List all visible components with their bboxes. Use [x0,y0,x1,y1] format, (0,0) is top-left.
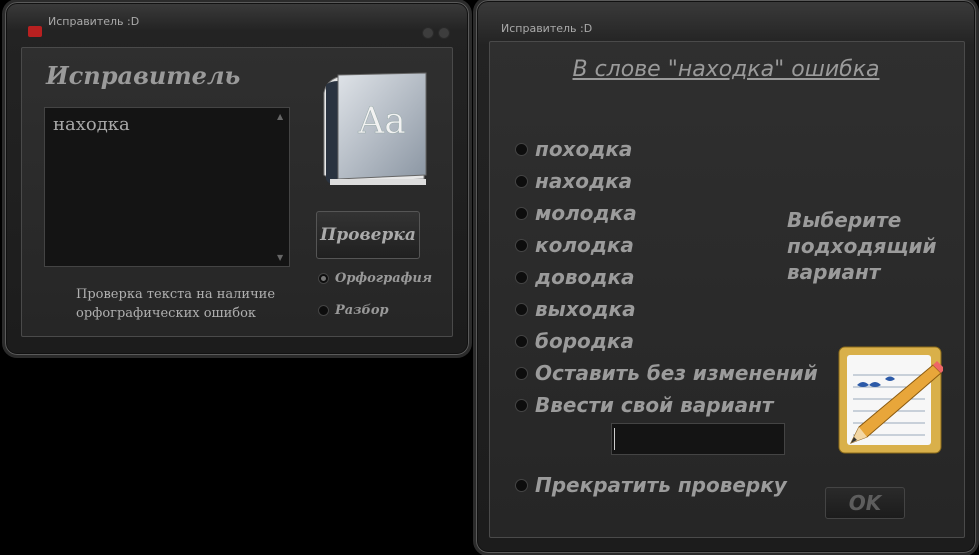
option-label: выходка [535,297,636,321]
mode-option-spelling[interactable]: Орфография [318,271,432,286]
app-heading: Исправитель [46,61,241,90]
app-icon [28,26,42,37]
option-keep-unchanged[interactable]: Оставить без изменений [515,361,818,385]
close-button[interactable] [438,27,450,39]
scroll-up-icon[interactable]: ▲ [277,112,283,121]
radio-icon[interactable] [515,206,528,220]
correction-window: Исправитель :D В слове "находка" ошибка … [476,0,976,553]
radio-icon[interactable] [515,302,528,316]
radio-icon[interactable] [515,334,528,348]
option-label: находка [535,169,633,193]
option-label: Прекратить проверку [535,473,787,497]
option-item[interactable]: молодка [515,201,637,225]
radio-icon[interactable] [318,273,329,284]
option-label: походка [535,137,633,161]
option-label: молодка [535,201,637,225]
radio-icon[interactable] [318,305,329,316]
mode-label: Орфография [335,271,433,286]
notepad-pencil-icon [838,346,943,454]
option-label: колодка [535,233,634,257]
scrollbar[interactable]: ▲ ▼ [276,112,286,262]
title-bar[interactable]: Исправитель :D [6,3,468,39]
scroll-down-icon[interactable]: ▼ [277,253,283,262]
error-heading: В слове "находка" ошибка [572,57,880,82]
radio-icon[interactable] [515,174,528,188]
minimize-button[interactable] [422,27,434,39]
radio-icon[interactable] [515,478,528,492]
option-label: Ввести свой вариант [535,393,774,417]
own-variant-input[interactable] [611,423,785,455]
radio-icon[interactable] [515,270,528,284]
radio-icon[interactable] [515,142,528,156]
option-item[interactable]: выходка [515,297,636,321]
option-item[interactable]: походка [515,137,632,161]
option-stop-check[interactable]: Прекратить проверку [515,473,787,497]
window-title: Исправитель :D [48,15,140,28]
hint-text: Выберите подходящий вариант [787,208,937,284]
spellcheck-window: Исправитель :D Исправитель находка ▲ ▼ П… [5,2,469,355]
option-label: доводка [535,265,635,289]
mode-label: Разбор [335,303,389,318]
radio-icon[interactable] [515,366,528,380]
option-item[interactable]: находка [515,169,632,193]
option-label: бородка [535,329,634,353]
option-own-variant[interactable]: Ввести свой вариант [515,393,774,417]
title-bar[interactable]: Исправитель :D [477,1,975,35]
radio-icon[interactable] [515,398,528,412]
book-label: Aa [357,101,405,142]
input-text: находка [53,114,130,135]
content-panel [489,41,965,538]
option-item[interactable]: колодка [515,233,634,257]
description: Проверка текста на наличие орфографическ… [76,287,276,321]
radio-icon[interactable] [515,238,528,252]
option-item[interactable]: бородка [515,329,634,353]
check-button[interactable]: Проверка [316,211,420,259]
option-label: Оставить без изменений [535,361,818,385]
window-title: Исправитель :D [501,22,593,35]
ok-button[interactable]: OK [825,487,905,519]
option-item[interactable]: доводка [515,265,635,289]
text-input-area[interactable]: находка ▲ ▼ [44,107,290,267]
mode-option-parse[interactable]: Разбор [318,303,389,318]
dictionary-book-icon: Aa [323,72,427,185]
